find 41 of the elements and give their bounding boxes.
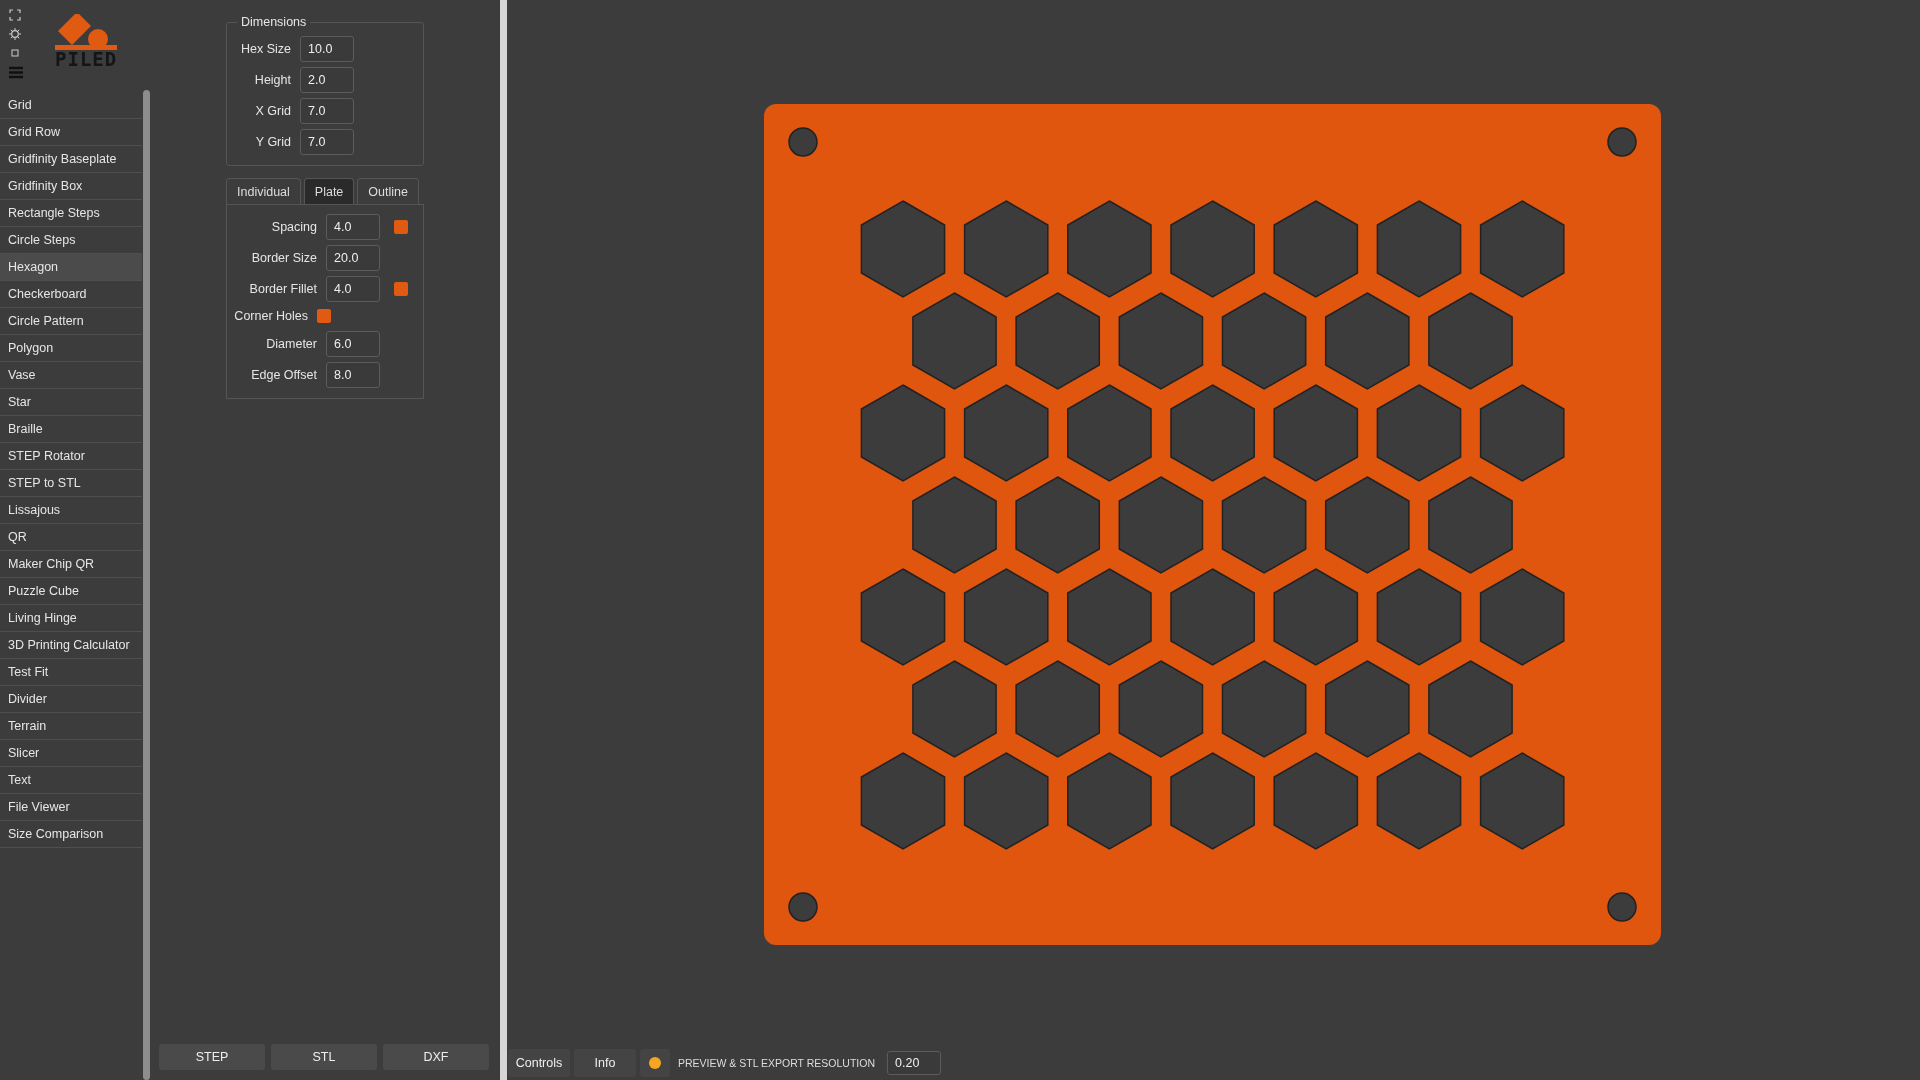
- sun-icon: [648, 1056, 662, 1070]
- panel-button[interactable]: Info: [574, 1049, 636, 1077]
- number-field[interactable]: 2.0: [300, 66, 354, 93]
- number-field[interactable]: 6.0: [326, 330, 380, 357]
- export-button[interactable]: DXF: [383, 1044, 489, 1070]
- field-label: Edge Offset: [250, 367, 318, 382]
- field-label: Y Grid: [254, 134, 292, 149]
- number-field[interactable]: 20.0: [326, 244, 380, 271]
- export-button[interactable]: STL: [271, 1044, 377, 1070]
- fullscreen-icon[interactable]: [9, 9, 21, 21]
- checkbox[interactable]: [394, 219, 408, 234]
- checkbox[interactable]: [394, 281, 408, 296]
- sidebar-item[interactable]: Hexagon: [0, 254, 142, 281]
- tab[interactable]: Individual: [226, 178, 301, 204]
- theme-button[interactable]: [640, 1049, 670, 1077]
- field-label: Height: [253, 72, 292, 87]
- logo-icon: [55, 14, 118, 50]
- export-button[interactable]: STEP: [159, 1044, 265, 1070]
- resolution-field[interactable]: 0.20: [887, 1051, 942, 1075]
- number-field[interactable]: 8.0: [326, 361, 380, 388]
- checkbox[interactable]: [317, 309, 331, 323]
- field-label: X Grid: [254, 103, 292, 118]
- field-label: Diameter: [265, 336, 318, 351]
- panel-button[interactable]: Controls: [508, 1049, 570, 1077]
- tab[interactable]: Outline: [357, 178, 419, 204]
- tab[interactable]: Plate: [303, 178, 355, 204]
- number-field[interactable]: 10.0: [300, 35, 354, 62]
- square-icon[interactable]: [9, 47, 21, 59]
- number-field[interactable]: 4.0: [326, 213, 380, 240]
- field-label: Spacing: [270, 219, 318, 234]
- sun-icon[interactable]: [9, 28, 21, 40]
- number-field[interactable]: 7.0: [300, 128, 354, 155]
- group-title: Dimensions: [240, 15, 308, 29]
- field-label: Corner Holes: [233, 309, 309, 323]
- number-field[interactable]: 4.0: [326, 275, 380, 302]
- field-label: Border Fillet: [248, 281, 318, 296]
- field-label: Border Size: [250, 250, 318, 265]
- number-field[interactable]: 7.0: [300, 97, 354, 124]
- scrollbar-thumb[interactable]: [142, 90, 150, 1080]
- field-label: Hex Size: [239, 41, 292, 56]
- resolution-label: PREVIEW & STL EXPORT RESOLUTION: [678, 1057, 876, 1069]
